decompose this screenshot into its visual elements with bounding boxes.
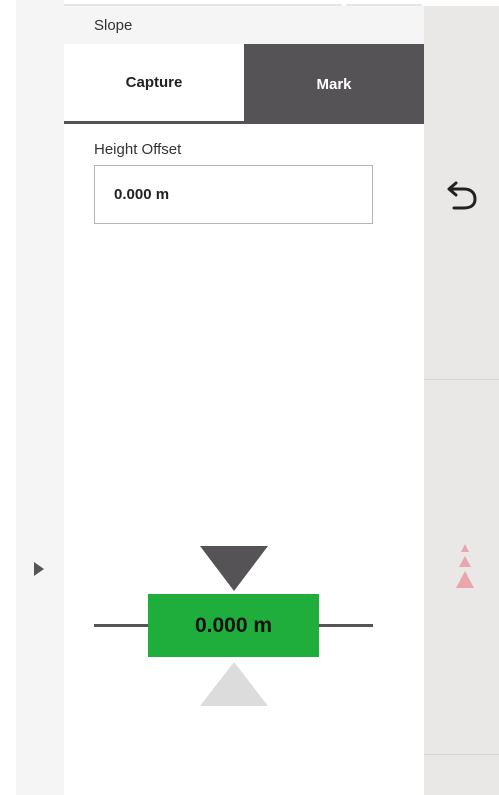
undo-icon[interactable] [446, 174, 480, 212]
cut-arrow-icon [200, 546, 268, 591]
fill-arrow-icon [200, 662, 268, 706]
left-rail [16, 0, 64, 795]
marker-triangle-small [461, 544, 469, 552]
grade-indicator: 0.000 m [64, 6, 424, 795]
marker-triangle-medium [459, 556, 471, 567]
left-gutter [0, 0, 16, 795]
stacked-triangles-icon[interactable] [454, 544, 478, 594]
marker-triangle-large [456, 571, 474, 588]
chevron-right-icon[interactable] [34, 562, 44, 576]
grade-line-left [94, 624, 148, 627]
toolbar-divider [424, 754, 499, 755]
grade-value: 0.000 m [194, 613, 273, 637]
grade-value-box: 0.000 m [148, 594, 319, 657]
right-toolbar [424, 6, 499, 795]
slope-panel: Slope Capture Mark Height Offset 0.000 m… [64, 6, 424, 795]
grade-line-right [319, 624, 373, 627]
toolbar-divider [424, 379, 499, 380]
